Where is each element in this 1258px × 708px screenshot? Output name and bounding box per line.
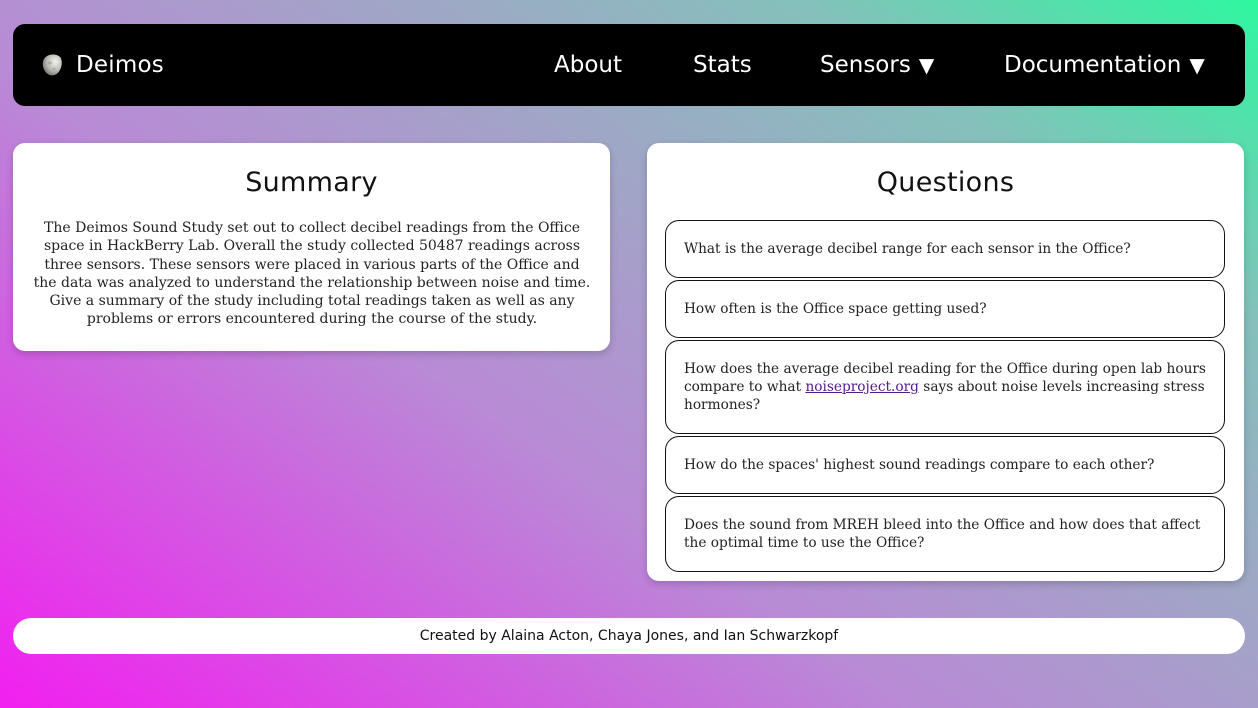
questions-card: Questions What is the average decibel ra… <box>647 143 1244 581</box>
nav-sensors-dropdown[interactable]: Sensors ▼ <box>820 24 934 106</box>
brand[interactable]: Deimos <box>41 24 164 106</box>
nav-sensors-label: Sensors <box>820 52 911 78</box>
footer-credits: Created by Alaina Acton, Chaya Jones, an… <box>419 628 839 644</box>
question-item: What is the average decibel range for ea… <box>665 220 1225 278</box>
question-text: Does the sound from MREH bleed into the … <box>684 517 1201 551</box>
brand-name: Deimos <box>76 52 164 78</box>
summary-title: Summary <box>245 167 378 198</box>
question-item: How does the average decibel reading for… <box>665 340 1225 434</box>
question-item: How often is the Office space getting us… <box>665 280 1225 338</box>
nav-stats[interactable]: Stats <box>693 24 752 106</box>
deimos-moon-icon <box>42 54 62 76</box>
questions-title: Questions <box>876 167 1015 198</box>
footer: Created by Alaina Acton, Chaya Jones, an… <box>13 618 1245 654</box>
question-item: Does the sound from MREH bleed into the … <box>665 496 1225 572</box>
nav-about[interactable]: About <box>554 24 622 106</box>
nav-documentation-label: Documentation <box>1004 52 1182 78</box>
summary-text: The Deimos Sound Study set out to collec… <box>33 220 591 328</box>
summary-card: Summary The Deimos Sound Study set out t… <box>13 143 610 351</box>
question-item: How do the spaces' highest sound reading… <box>665 436 1225 494</box>
question-text: How does the average decibel reading for… <box>684 360 1210 414</box>
navbar: Deimos About Stats Sensors ▼ Documentati… <box>13 24 1245 106</box>
nav-documentation-dropdown[interactable]: Documentation ▼ <box>1004 24 1205 106</box>
question-text: What is the average decibel range for ea… <box>684 241 1131 257</box>
noiseproject-link[interactable]: noiseproject.org <box>805 379 919 395</box>
nav-about-label: About <box>554 52 623 78</box>
caret-down-icon: ▼ <box>918 53 935 77</box>
question-text: How do the spaces' highest sound reading… <box>684 457 1155 473</box>
question-text: How often is the Office space getting us… <box>684 301 987 317</box>
caret-down-icon: ▼ <box>1189 53 1205 77</box>
nav-stats-label: Stats <box>693 52 752 78</box>
